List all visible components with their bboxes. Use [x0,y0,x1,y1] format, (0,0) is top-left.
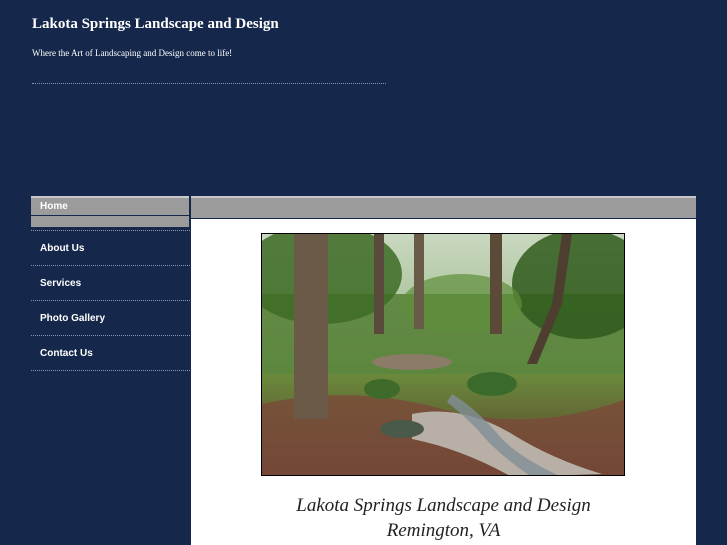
nav-item-contact-us[interactable]: Contact Us [31,336,190,371]
site-tagline: Where the Art of Landscaping and Design … [32,48,233,58]
nav-item-about-us[interactable]: About Us [31,231,190,266]
nav-item-label: Photo Gallery [40,313,106,324]
nav-item-label: About Us [40,243,85,254]
nav-item-label: Services [40,278,82,289]
nav-item-photo-gallery[interactable]: Photo Gallery [31,301,190,336]
main-nav: Home About Us Services Photo Gallery Con… [31,196,190,371]
nav-item-label: Contact Us [40,348,93,359]
content-header-bar [191,196,696,218]
nav-item-home[interactable]: Home [31,196,190,231]
nav-item-label: Home [40,201,68,212]
site-title: Lakota Springs Landscape and Design [32,16,279,32]
garden-photo [261,233,625,476]
main-content: Lakota Springs Landscape and Design Remi… [191,219,696,545]
caption-title: Lakota Springs Landscape and Design [296,495,591,516]
nav-item-services[interactable]: Services [31,266,190,301]
header-divider [32,83,386,84]
caption-location: Remington, VA [386,520,501,541]
